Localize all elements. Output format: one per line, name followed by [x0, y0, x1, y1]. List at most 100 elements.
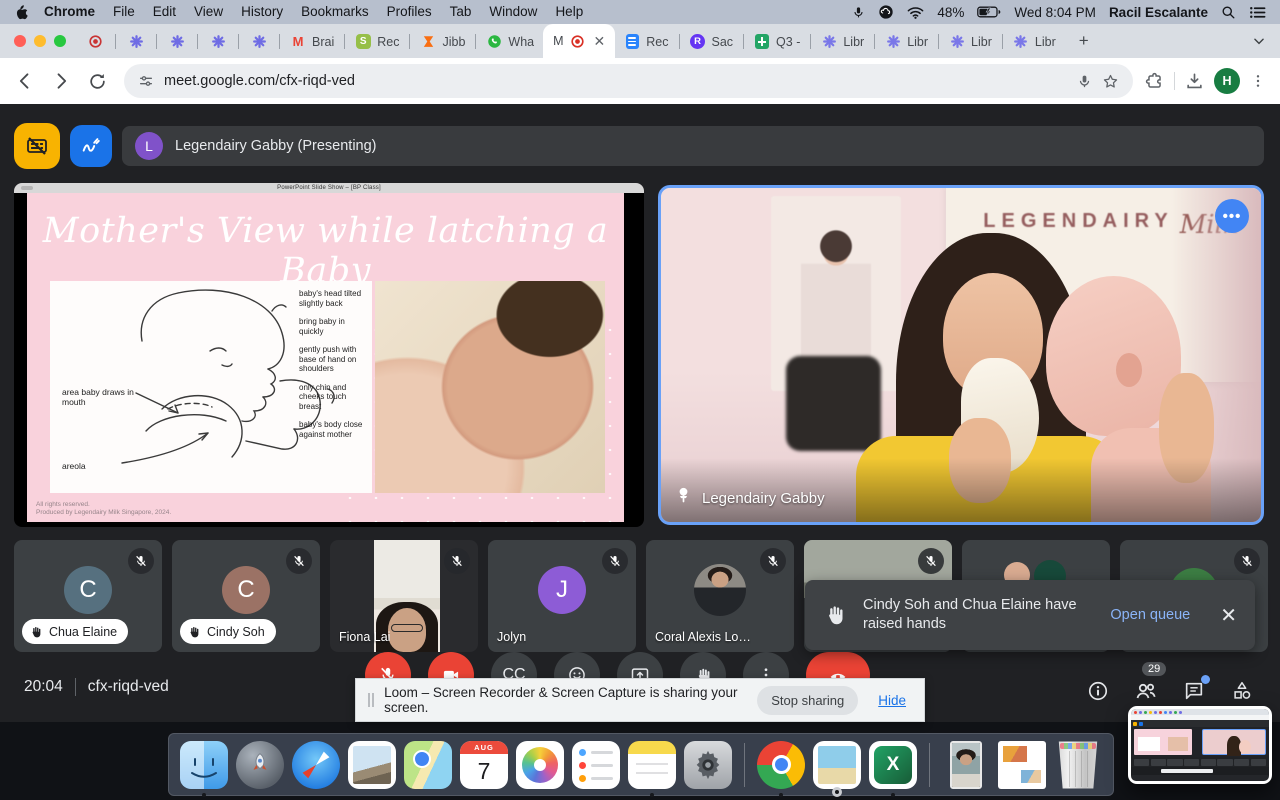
tab-r-site[interactable]: RSac: [681, 25, 743, 58]
dock-trash-icon[interactable]: [1054, 741, 1102, 789]
dock-document-file-icon[interactable]: [998, 741, 1046, 789]
apple-menu-icon[interactable]: [14, 4, 29, 21]
reload-icon[interactable]: [82, 66, 112, 96]
tab-google-meet-active[interactable]: M ✕: [543, 24, 615, 58]
menu-clock[interactable]: Wed 8:04 PM: [1014, 5, 1096, 20]
tab-sheets[interactable]: Q3 -: [745, 25, 809, 58]
menu-file[interactable]: File: [104, 0, 144, 24]
spotlight-search-icon[interactable]: [1221, 5, 1236, 20]
tab-shopify[interactable]: SRec: [346, 25, 408, 58]
dock-mail-icon[interactable]: [348, 741, 396, 789]
mic-muted-icon: [760, 548, 786, 574]
dock-notes-icon[interactable]: [628, 741, 676, 789]
menu-edit[interactable]: Edit: [144, 0, 185, 24]
microphone-status-icon[interactable]: [852, 5, 865, 20]
tab-library-2[interactable]: Libr: [876, 25, 937, 58]
flower-icon: [128, 34, 144, 50]
dock-chrome-icon[interactable]: [757, 741, 805, 789]
tab-library-1[interactable]: Libr: [812, 25, 873, 58]
stop-sharing-button[interactable]: Stop sharing: [757, 686, 858, 715]
toast-close-icon[interactable]: ✕: [1220, 603, 1237, 628]
dock-reminders-icon[interactable]: [572, 741, 620, 789]
profile-avatar[interactable]: H: [1214, 68, 1240, 94]
tab-gmail[interactable]: MBrai: [281, 25, 343, 58]
raised-hand-icon: [823, 603, 847, 627]
open-queue-link[interactable]: Open queue: [1110, 607, 1190, 623]
dock-divider: [744, 743, 745, 787]
annotate-button[interactable]: [70, 125, 112, 167]
tab-label: Sac: [712, 35, 734, 49]
extensions-icon[interactable]: [1145, 72, 1164, 91]
tab-loom-recording[interactable]: [76, 25, 114, 58]
tab-search-chevron-icon[interactable]: [1252, 34, 1266, 53]
zoom-window-button[interactable]: [54, 35, 66, 47]
participant-tile-chua-elaine[interactable]: C Chua Elaine: [14, 540, 162, 652]
menu-bookmarks[interactable]: Bookmarks: [292, 0, 378, 24]
dock-maps-icon[interactable]: [404, 741, 452, 789]
tab-docs[interactable]: Rec: [615, 25, 677, 58]
menu-history[interactable]: History: [232, 0, 292, 24]
new-tab-button[interactable]: +: [1071, 28, 1097, 54]
bookmark-star-icon[interactable]: [1102, 73, 1119, 90]
dock-preview-icon[interactable]: [813, 741, 861, 789]
dock-settings-icon[interactable]: [684, 741, 732, 789]
battery-icon[interactable]: [977, 6, 1001, 18]
menu-tab[interactable]: Tab: [441, 0, 481, 24]
dock-finder-icon[interactable]: [180, 741, 228, 789]
dock-calendar-icon[interactable]: AUG 7: [460, 741, 508, 789]
participant-tile-cindy-soh[interactable]: C Cindy Soh: [172, 540, 320, 652]
site-settings-icon[interactable]: [138, 73, 154, 89]
bullet: baby's head tilted slightly back: [299, 289, 369, 308]
menu-help[interactable]: Help: [546, 0, 592, 24]
close-window-button[interactable]: [14, 35, 26, 47]
participant-tile-jolyn[interactable]: J Jolyn: [488, 540, 636, 652]
fast-user-switch[interactable]: Racil Escalante: [1109, 5, 1208, 20]
shared-screen-tile[interactable]: PowerPoint Slide Show – [BP Class] Mothe…: [14, 183, 644, 527]
participants-icon[interactable]: 29: [1134, 679, 1158, 703]
captions-off-button[interactable]: [14, 123, 60, 169]
activities-icon[interactable]: [1230, 679, 1254, 703]
chrome-menu-kebab-icon[interactable]: [1250, 73, 1266, 89]
participant-tile-fiona-lai[interactable]: Fiona Lai: [330, 540, 478, 652]
menu-view[interactable]: View: [185, 0, 232, 24]
dock-photos-icon[interactable]: [516, 741, 564, 789]
dock-safari-icon[interactable]: [292, 741, 340, 789]
tab-pinned-2[interactable]: [158, 25, 196, 58]
tile-more-options-button[interactable]: •••: [1215, 199, 1249, 233]
creative-cloud-icon[interactable]: [878, 4, 894, 20]
hide-banner-link[interactable]: Hide: [878, 693, 906, 708]
minimize-window-button[interactable]: [34, 35, 46, 47]
tab-jibble[interactable]: Jibb: [411, 25, 474, 58]
presenting-banner[interactable]: L Legendairy Gabby (Presenting): [122, 126, 1264, 166]
tab-close-icon[interactable]: ✕: [594, 33, 606, 50]
active-speaker-tile[interactable]: LEGENDAIRY Milk Legendairy Gabby: [658, 185, 1264, 525]
dock-excel-icon[interactable]: X: [869, 741, 917, 789]
downloads-icon[interactable]: [1185, 72, 1204, 91]
flower-icon: [251, 34, 267, 50]
menu-window[interactable]: Window: [480, 0, 546, 24]
forward-icon[interactable]: [46, 66, 76, 96]
tab-pinned-4[interactable]: [240, 25, 278, 58]
pip-mini-bottombar: [1131, 767, 1269, 775]
dock-video-file-icon[interactable]: [942, 741, 990, 789]
menu-chrome[interactable]: Chrome: [35, 0, 104, 24]
participant-tile-coral-alexis[interactable]: Coral Alexis Lo…: [646, 540, 794, 652]
menu-profiles[interactable]: Profiles: [378, 0, 441, 24]
chat-icon[interactable]: [1182, 679, 1206, 703]
tab-pinned-3[interactable]: [199, 25, 237, 58]
tab-library-4[interactable]: Libr: [1004, 25, 1065, 58]
drag-handle-icon[interactable]: [368, 693, 374, 707]
meeting-details-icon[interactable]: [1086, 679, 1110, 703]
voice-search-icon[interactable]: [1077, 74, 1092, 89]
tab-library-3[interactable]: Libr: [940, 25, 1001, 58]
tab-pinned-1[interactable]: [117, 25, 155, 58]
address-bar[interactable]: meet.google.com/cfx-riqd-ved: [124, 64, 1133, 98]
loom-screen-preview[interactable]: [1128, 706, 1272, 784]
docs-icon: [624, 34, 640, 50]
control-center-icon[interactable]: [1249, 6, 1266, 19]
wifi-icon[interactable]: [907, 6, 924, 19]
url-text[interactable]: meet.google.com/cfx-riqd-ved: [164, 73, 1067, 89]
tab-whatsapp[interactable]: Wha: [477, 25, 543, 58]
back-icon[interactable]: [10, 66, 40, 96]
dock-launchpad-icon[interactable]: [236, 741, 284, 789]
